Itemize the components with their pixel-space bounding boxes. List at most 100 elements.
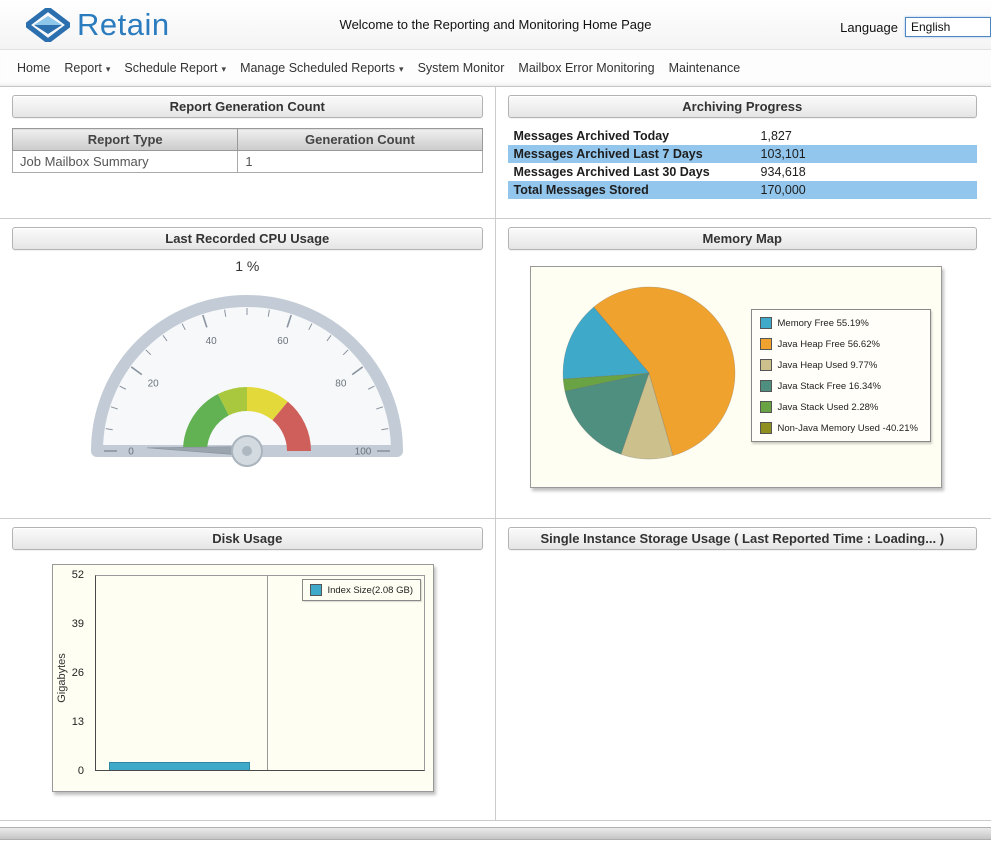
legend-item: Memory Free 55.19% — [760, 317, 922, 329]
panel-memory-map: Memory Map Memory Free 55.19% Java Heap … — [496, 219, 991, 519]
legend-swatch — [760, 401, 772, 413]
column-header-report-type: Report Type — [13, 129, 238, 151]
memory-legend: Memory Free 55.19% Java Heap Free 56.62%… — [751, 309, 931, 442]
cpu-gauge: 0 20 40 60 80 100 — [77, 276, 417, 476]
column-header-generation-count: Generation Count — [238, 129, 482, 151]
language-selected-value: English — [911, 20, 950, 34]
panel-cpu-usage: Last Recorded CPU Usage 1 % 0 20 40 60 80 100 — [0, 219, 496, 519]
category-gridline — [267, 576, 268, 770]
dashboard-grid: Report Generation Count Report Type Gene… — [0, 87, 991, 821]
y-tick-label: 52 — [72, 569, 84, 581]
stat-value: 170,000 — [761, 183, 806, 197]
legend-swatch — [760, 422, 772, 434]
archiving-stats: Messages Archived Today 1,827 Messages A… — [508, 127, 978, 199]
nav-item-home[interactable]: Home — [17, 61, 50, 75]
archiving-stat-row: Messages Archived Last 7 Days 103,101 — [508, 145, 978, 163]
language-select[interactable]: English — [905, 17, 991, 37]
legend-swatch — [760, 359, 772, 371]
panel-report-generation-count: Report Generation Count Report Type Gene… — [0, 87, 496, 219]
svg-text:0: 0 — [128, 447, 134, 458]
legend-item: Java Heap Used 9.77% — [760, 359, 922, 371]
archiving-stat-row: Total Messages Stored 170,000 — [508, 181, 978, 199]
y-tick-label: 13 — [72, 716, 84, 728]
memory-pie — [549, 278, 754, 470]
stat-label: Messages Archived Today — [514, 129, 761, 143]
svg-text:80: 80 — [336, 378, 348, 389]
memory-map-chart: Memory Free 55.19% Java Heap Free 56.62%… — [530, 266, 942, 488]
svg-text:100: 100 — [355, 447, 372, 458]
nav-item-label: Report — [64, 61, 102, 75]
nav-bar: Home Report Schedule Report Manage Sched… — [0, 50, 991, 87]
legend-label: Java Stack Used 2.28% — [778, 402, 879, 413]
header: Retain Welcome to the Reporting and Moni… — [0, 0, 991, 50]
panel-archiving-progress: Archiving Progress Messages Archived Tod… — [496, 87, 991, 219]
legend-label: Memory Free 55.19% — [778, 318, 869, 329]
stat-label: Messages Archived Last 30 Days — [514, 165, 761, 179]
stat-label: Total Messages Stored — [514, 183, 761, 197]
nav-item-maintenance[interactable]: Maintenance — [669, 61, 741, 75]
legend-swatch — [760, 317, 772, 329]
svg-text:40: 40 — [206, 336, 218, 347]
generation-count-cell: 1 — [238, 151, 482, 173]
language-area: Language English — [840, 17, 991, 37]
retain-dashboard: Retain Welcome to the Reporting and Moni… — [0, 0, 991, 841]
panel-single-instance-storage: Single Instance Storage Usage ( Last Rep… — [496, 519, 991, 821]
y-tick-label: 39 — [72, 618, 84, 630]
footer-bar — [0, 827, 991, 840]
legend-swatch — [310, 584, 322, 596]
disk-usage-chart: Gigabytes 0 13 26 39 52 Index Size(2.08 … — [52, 564, 434, 792]
legend-label: Java Heap Free 56.62% — [778, 339, 880, 350]
disk-legend: Index Size(2.08 GB) — [302, 579, 421, 601]
nav-item-system-monitor[interactable]: System Monitor — [418, 61, 505, 75]
nav-item-mailbox-error-monitoring[interactable]: Mailbox Error Monitoring — [518, 61, 654, 75]
nav-item-manage-scheduled-reports[interactable]: Manage Scheduled Reports — [240, 61, 404, 75]
report-generation-table: Report Type Generation Count Job Mailbox… — [12, 128, 483, 173]
stat-label: Messages Archived Last 7 Days — [514, 147, 761, 161]
report-generation-count-title: Report Generation Count — [12, 95, 483, 118]
svg-text:60: 60 — [278, 336, 290, 347]
panel-disk-usage: Disk Usage Gigabytes 0 13 26 39 52 Index… — [0, 519, 496, 821]
chevron-down-icon — [102, 61, 111, 75]
stat-value: 1,827 — [761, 129, 792, 143]
legend-item: Java Stack Used 2.28% — [760, 401, 922, 413]
disk-usage-title: Disk Usage — [12, 527, 483, 550]
report-type-cell: Job Mailbox Summary — [13, 151, 238, 173]
nav-item-label: Home — [17, 61, 50, 75]
nav-item-label: Schedule Report — [124, 61, 217, 75]
svg-text:20: 20 — [148, 378, 160, 389]
legend-label: Index Size(2.08 GB) — [327, 585, 413, 596]
nav-item-label: Maintenance — [669, 61, 741, 75]
legend-item: Non-Java Memory Used -40.21% — [760, 422, 922, 434]
legend-label: Java Stack Free 16.34% — [778, 381, 882, 392]
legend-swatch — [760, 380, 772, 392]
legend-swatch — [760, 338, 772, 350]
chevron-down-icon — [218, 61, 227, 75]
legend-label: Non-Java Memory Used -40.21% — [778, 423, 918, 434]
legend-item: Java Stack Free 16.34% — [760, 380, 922, 392]
cpu-usage-title: Last Recorded CPU Usage — [12, 227, 483, 250]
stat-value: 103,101 — [761, 147, 806, 161]
memory-map-title: Memory Map — [508, 227, 978, 250]
table-row: Job Mailbox Summary 1 — [13, 151, 483, 173]
legend-item: Java Heap Free 56.62% — [760, 338, 922, 350]
cpu-gauge-value-label: 1 % — [12, 258, 483, 274]
y-tick-label: 26 — [72, 667, 84, 679]
table-header-row: Report Type Generation Count — [13, 129, 483, 151]
archiving-stat-row: Messages Archived Last 30 Days 934,618 — [508, 163, 978, 181]
index-size-bar — [109, 762, 250, 770]
language-label: Language — [840, 20, 898, 35]
disk-y-axis-ticks: 0 13 26 39 52 — [53, 575, 89, 771]
single-instance-storage-title: Single Instance Storage Usage ( Last Rep… — [508, 527, 978, 550]
stat-value: 934,618 — [761, 165, 806, 179]
disk-plot-area — [95, 575, 425, 771]
legend-label: Java Heap Used 9.77% — [778, 360, 878, 371]
nav-item-report[interactable]: Report — [64, 61, 110, 75]
archiving-progress-title: Archiving Progress — [508, 95, 978, 118]
nav-item-label: System Monitor — [418, 61, 505, 75]
y-tick-label: 0 — [78, 765, 84, 777]
archiving-stat-row: Messages Archived Today 1,827 — [508, 127, 978, 145]
nav-item-label: Manage Scheduled Reports — [240, 61, 395, 75]
nav-item-label: Mailbox Error Monitoring — [518, 61, 654, 75]
nav-item-schedule-report[interactable]: Schedule Report — [124, 61, 226, 75]
chevron-down-icon — [395, 61, 404, 75]
